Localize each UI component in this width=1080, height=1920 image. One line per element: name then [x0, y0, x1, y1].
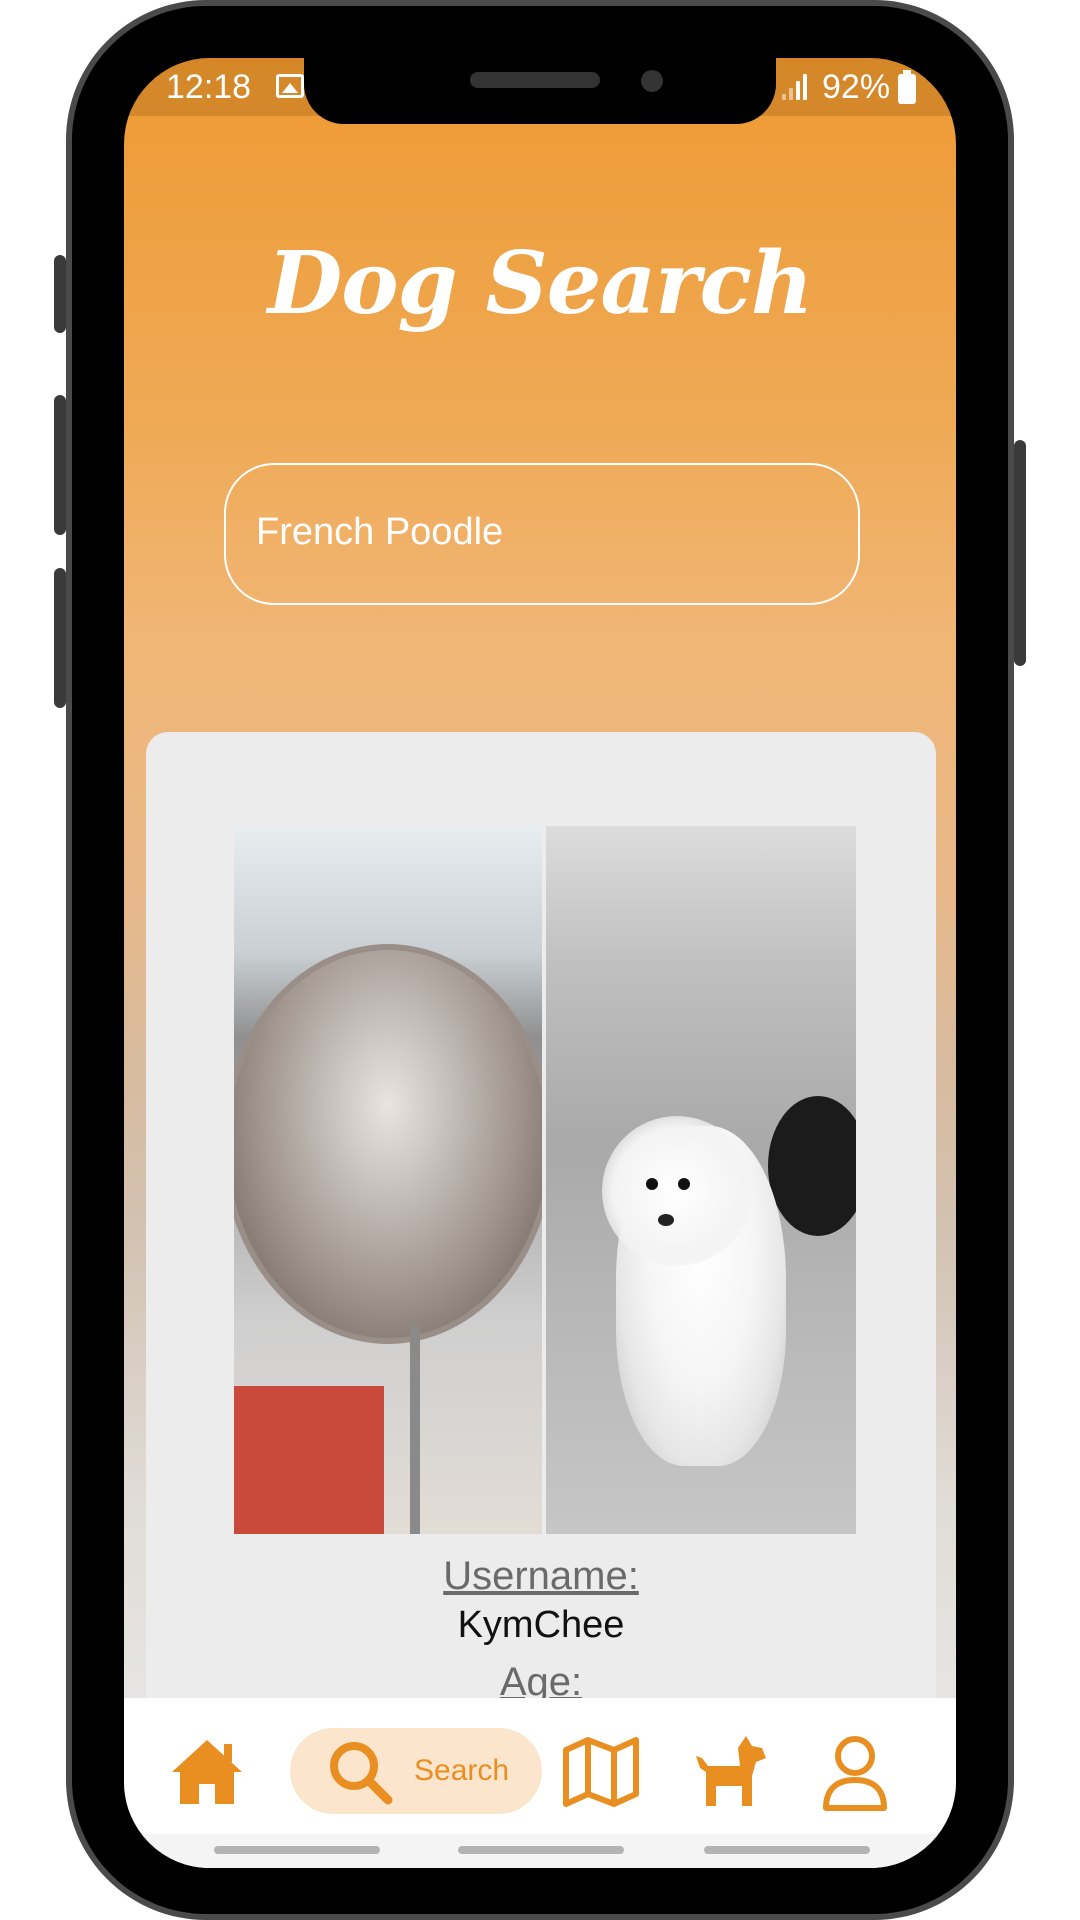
search-input[interactable]: French Poodle — [224, 463, 860, 605]
dog-icon — [696, 1736, 766, 1806]
nav-dogs[interactable] — [690, 1728, 772, 1814]
gesture-handle-right — [704, 1846, 870, 1854]
side-button-3 — [54, 568, 66, 708]
search-input-value: French Poodle — [256, 511, 504, 553]
gesture-handle-center — [458, 1846, 624, 1854]
username-label: Username: — [443, 1554, 639, 1598]
app-screen: 12:18 92% Dog Search French Poodle Usern… — [124, 58, 956, 1868]
mirror-shape — [234, 944, 542, 1344]
side-button-1 — [54, 255, 66, 333]
power-button — [1014, 440, 1026, 666]
battery-icon — [898, 70, 916, 104]
home-icon — [172, 1740, 242, 1804]
profile-icon — [823, 1736, 887, 1811]
battery-percent: 92% — [822, 68, 891, 106]
nav-map[interactable] — [560, 1728, 642, 1814]
signal-icon — [782, 74, 808, 100]
username-value: KymChee — [457, 1604, 625, 1646]
phone-notch — [304, 58, 776, 124]
dog-head-shape — [602, 1116, 752, 1266]
front-camera — [641, 70, 663, 92]
status-time: 12:18 — [166, 68, 252, 106]
dog-eye-left — [646, 1178, 658, 1190]
speaker-grille — [470, 72, 600, 88]
nav-home[interactable] — [166, 1728, 248, 1814]
bottom-nav: Search — [124, 1698, 956, 1868]
nav-search[interactable]: Search — [290, 1728, 542, 1814]
dog-eye-right — [678, 1178, 690, 1190]
nav-profile[interactable] — [814, 1728, 896, 1814]
page-title: Dog Search — [267, 233, 814, 334]
map-icon — [563, 1737, 639, 1807]
dog-nose — [658, 1214, 674, 1226]
dog-photo — [546, 826, 856, 1534]
side-button-2 — [54, 395, 66, 535]
owner-photo — [234, 826, 542, 1534]
pillow-shape — [768, 1096, 856, 1236]
image-notification-icon — [276, 74, 304, 98]
book-shape — [234, 1386, 384, 1534]
mirror-stand-shape — [410, 1326, 420, 1534]
nav-search-label: Search — [414, 1754, 510, 1787]
search-icon — [330, 1742, 393, 1805]
gesture-handle-left — [214, 1846, 380, 1854]
